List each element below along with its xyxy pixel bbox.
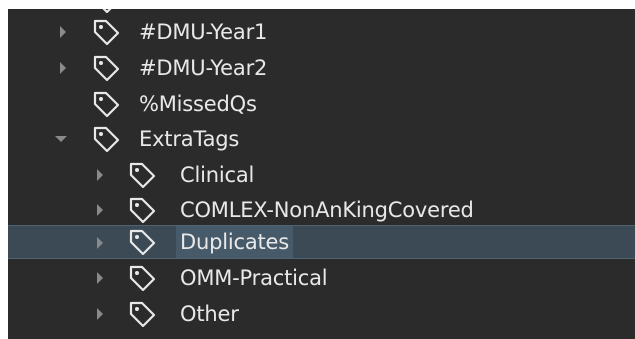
chevron-right-icon[interactable] — [92, 158, 108, 192]
tag-icon — [128, 196, 158, 224]
tree-row-other[interactable]: Other — [8, 297, 635, 331]
chevron-right-icon[interactable] — [55, 51, 71, 85]
chevron-right-icon[interactable] — [92, 297, 108, 331]
tag-tree-panel: #DMU-Year1 #DMU-Year2 %MissedQs ExtraTag… — [8, 9, 635, 339]
chevron-right-icon[interactable] — [55, 15, 71, 49]
chevron-right-icon[interactable] — [92, 261, 108, 295]
tree-item-label: ExtraTags — [139, 127, 240, 151]
chevron-right-icon[interactable] — [92, 193, 108, 227]
tree-row-comlex-nonankingcovered[interactable]: COMLEX-NonAnKingCovered — [8, 193, 635, 227]
tag-icon — [128, 161, 158, 189]
chevron-right-icon[interactable] — [92, 226, 108, 260]
tree-row-missedqs[interactable]: %MissedQs — [8, 87, 635, 121]
chevron-down-icon[interactable] — [53, 122, 69, 156]
tree-item-label: #DMU-Year2 — [139, 56, 268, 80]
tag-icon — [92, 18, 122, 46]
tree-item-label: #DMU-Year1 — [139, 20, 268, 44]
tree-item-label: Duplicates — [176, 226, 293, 258]
tree-item-label: Other — [180, 302, 239, 326]
tree-row-extratags[interactable]: ExtraTags — [8, 122, 635, 156]
tree-row-clinical[interactable]: Clinical — [8, 158, 635, 192]
tag-icon — [92, 90, 122, 118]
tree-row-duplicates[interactable]: Duplicates — [8, 225, 635, 259]
tag-icon — [128, 264, 158, 292]
tree-item-label: %MissedQs — [139, 92, 257, 116]
tree-item-label: Clinical — [180, 163, 255, 187]
tree-item-label: OMM-Practical — [180, 266, 328, 290]
tag-icon — [128, 300, 158, 328]
tag-icon — [128, 228, 158, 256]
tree-row-dmu-year2[interactable]: #DMU-Year2 — [8, 51, 635, 85]
tree-row-omm-practical[interactable]: OMM-Practical — [8, 261, 635, 295]
tag-icon — [92, 9, 122, 14]
tag-icon — [92, 54, 122, 82]
tree-item-label: COMLEX-NonAnKingCovered — [180, 198, 474, 222]
tag-icon — [92, 125, 122, 153]
tree-row-dmu-year1[interactable]: #DMU-Year1 — [8, 15, 635, 49]
